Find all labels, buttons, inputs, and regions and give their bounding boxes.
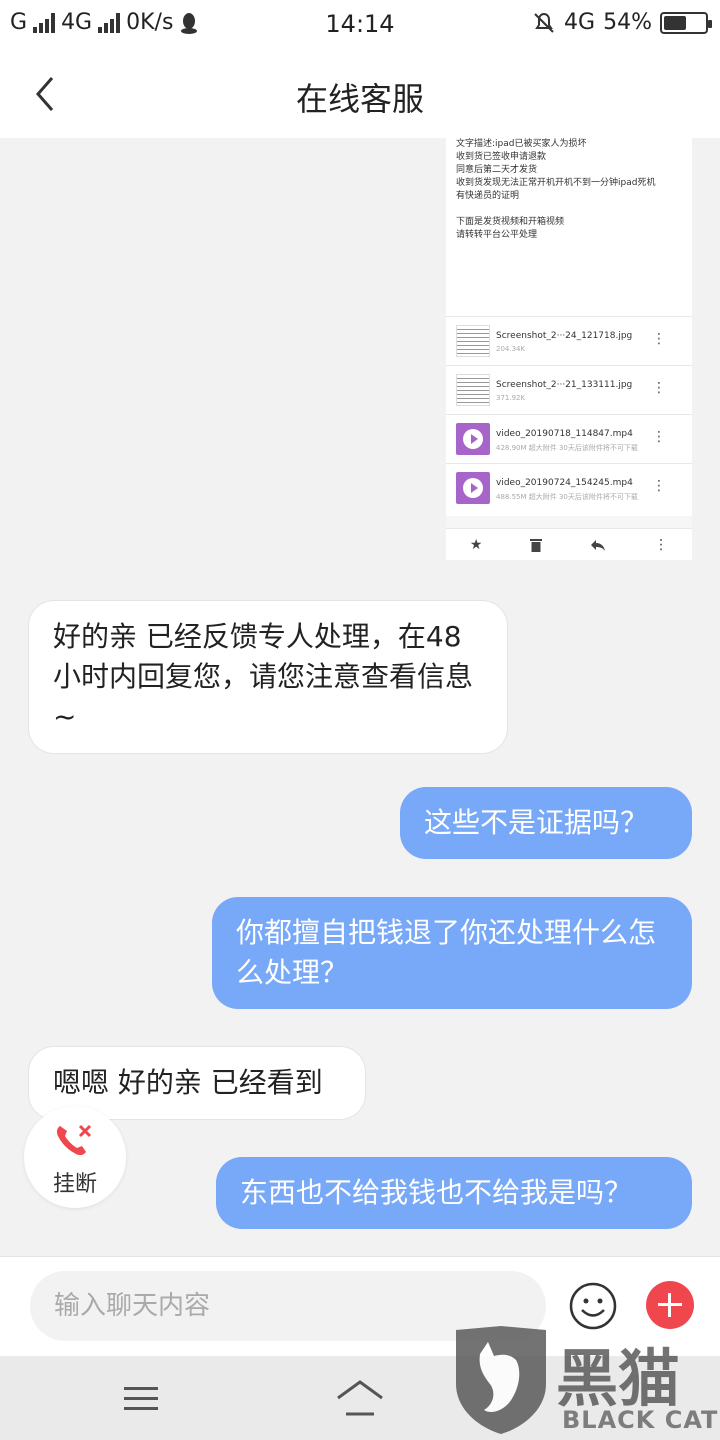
status-bar: G 4G 0K/s 14:14 4G 54% — [0, 0, 720, 50]
image-thumbnail — [456, 374, 490, 406]
hangup-button[interactable]: 挂断 — [24, 1106, 126, 1208]
attachment-name: video_20190724_154245.mp4 — [496, 478, 633, 488]
attachment-size: 204.34K — [496, 345, 526, 353]
attachment-size: 428.90M 超大附件 30天后该附件将不可下载 — [496, 444, 638, 452]
attachment-name: video_20190718_114847.mp4 — [496, 429, 633, 439]
more-vertical-icon: ⋮ — [652, 478, 666, 494]
home-icon[interactable] — [336, 1378, 384, 1418]
attachment-name: Screenshot_2···24_121718.jpg — [496, 331, 633, 341]
attachment-name: Screenshot_2···21_133111.jpg — [496, 380, 633, 390]
screenshot-description: 文字描述:ipad已被买家人为损坏 收到货已签收申请退款 同意后第二天才发货 收… — [446, 138, 692, 242]
nav-header: 在线客服 — [0, 50, 720, 138]
screenshot-line: 收到货已签收申请退款 — [456, 152, 547, 162]
more-vertical-icon: ⋮ — [652, 429, 666, 445]
star-icon: ★ — [469, 536, 483, 553]
screenshot-action-bar: ★ ⋮ — [446, 528, 692, 560]
attachment-row: Screenshot_2···21_133111.jpg 371.92K ⋮ — [446, 365, 692, 414]
embedded-screenshot-image[interactable]: 文字描述:ipad已被买家人为损坏 收到货已签收申请退款 同意后第二天才发货 收… — [446, 138, 692, 560]
cat-shield-icon — [456, 1326, 546, 1434]
screenshot-line: 文字描述:ipad已被买家人为损坏 — [456, 139, 587, 149]
message-bubble-outgoing[interactable]: 东西也不给我钱也不给我是吗？ — [216, 1157, 692, 1229]
status-right: 4G 54% — [532, 10, 712, 35]
page-title: 在线客服 — [295, 80, 424, 118]
attachment-size: 488.55M 超大附件 30天后该附件将不可下载 — [496, 493, 638, 501]
video-play-icon — [456, 423, 490, 455]
screenshot-line: 请转转平台公平处理 — [456, 230, 538, 240]
reply-icon — [591, 539, 606, 551]
screenshot-line: 收到货发现无法正常开机开机不到一分钟ipad死机 — [456, 178, 656, 188]
divider — [446, 516, 692, 528]
battery-percent: 54% — [603, 10, 652, 35]
video-play-icon — [456, 472, 490, 504]
message-bubble-outgoing[interactable]: 这些不是证据吗？ — [400, 787, 692, 859]
attachment-row: Screenshot_2···24_121718.jpg 204.34K ⋮ — [446, 316, 692, 365]
battery-icon — [660, 11, 712, 34]
screenshot-line: 下面是发货视频和开箱视频 — [456, 217, 565, 227]
chat-area[interactable]: 文字描述:ipad已被买家人为损坏 收到货已签收申请退款 同意后第二天才发货 收… — [0, 138, 720, 1256]
message-bubble-incoming[interactable]: 好的亲 已经反馈专人处理，在48小时内回复您，请您注意查看信息~ — [28, 600, 508, 754]
screenshot-line: 同意后第二天才发货 — [456, 165, 538, 175]
more-vertical-icon: ⋮ — [652, 331, 666, 347]
more-vertical-icon: ⋮ — [654, 536, 669, 553]
mute-icon — [534, 12, 554, 33]
watermark-cn: 黑猫 — [556, 1342, 681, 1415]
more-vertical-icon: ⋮ — [652, 380, 666, 396]
attachment-row: video_20190718_114847.mp4 428.90M 超大附件 3… — [446, 414, 692, 463]
watermark-en: BLACK CAT — [562, 1406, 719, 1434]
network-type-label: 4G — [564, 10, 596, 35]
attachment-row: video_20190724_154245.mp4 488.55M 超大附件 3… — [446, 463, 692, 512]
blackcat-watermark-logo: 黑猫 BLACK CAT — [448, 1322, 720, 1440]
screenshot-line: 有快递员的证明 — [456, 191, 520, 201]
menu-icon[interactable] — [124, 1386, 158, 1412]
trash-icon — [530, 538, 543, 552]
attachment-size: 371.92K — [496, 394, 526, 402]
message-bubble-outgoing[interactable]: 你都擅自把钱退了你还处理什么怎么处理？ — [212, 897, 692, 1009]
image-thumbnail — [456, 325, 490, 357]
phone-hangup-icon — [56, 1124, 92, 1156]
hangup-label: 挂断 — [52, 1172, 97, 1197]
screenshot-line — [456, 203, 682, 216]
